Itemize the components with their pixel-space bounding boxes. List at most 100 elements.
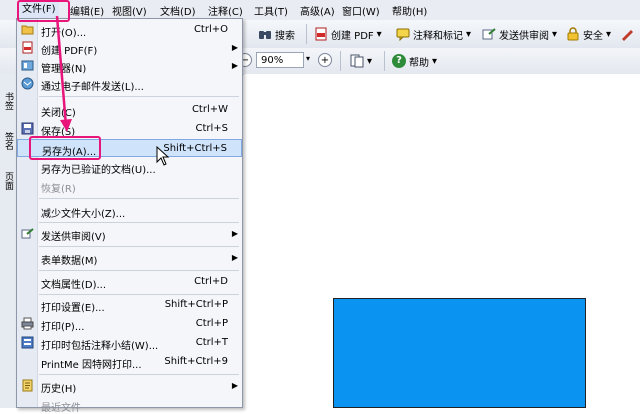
file-menu-highlight-box — [17, 0, 70, 22]
menu-separator — [39, 96, 239, 97]
submenu-arrow-icon: ▶ — [231, 229, 238, 238]
chevron-down-icon: ▾ — [367, 55, 373, 67]
menu-item-label: 创建 PDF(F) — [41, 46, 98, 57]
chevron-down-icon: ▾ — [552, 28, 558, 40]
help-label: 帮助 — [409, 57, 429, 69]
menu-item-shortcut: Shift+Ctrl+S — [163, 143, 227, 154]
menu-item-label: 历史(H) — [41, 384, 77, 395]
chevron-down-icon: ▾ — [466, 28, 472, 40]
menu-item-recent-files: 最近文件 — [17, 396, 242, 414]
send-review-icon — [482, 27, 496, 41]
create-pdf-button[interactable]: 创建 PDF ▾ — [314, 25, 382, 43]
menu-item-print[interactable]: 打印(P)... Ctrl+P — [17, 315, 242, 333]
submenu-arrow-icon: ▶ — [231, 253, 238, 262]
menu-item-create-pdf[interactable]: 创建 PDF(F) ▶ — [17, 39, 242, 57]
send-review-label: 发送供审阅 — [499, 30, 549, 42]
menu-advanced[interactable]: 高级(A) — [300, 3, 335, 18]
create-pdf-icon — [314, 27, 328, 41]
comment-icon — [396, 27, 410, 42]
menu-item-label: 另存为已验证的文档(U)... — [41, 165, 156, 176]
printer-icon — [21, 317, 34, 330]
pen-icon — [620, 27, 634, 41]
menu-item-form-data[interactable]: 表单数据(M) ▶ — [17, 249, 242, 267]
chevron-down-icon: ▾ — [606, 28, 612, 40]
menu-view[interactable]: 视图(V) — [112, 3, 147, 18]
menu-item-history[interactable]: 历史(H) ▶ — [17, 377, 242, 395]
zoom-field[interactable]: 90% — [256, 52, 304, 68]
mouse-cursor-icon — [156, 146, 170, 166]
binoculars-icon — [258, 27, 272, 41]
organizer-icon — [21, 59, 34, 72]
submenu-arrow-icon: ▶ — [231, 61, 238, 70]
tab-bookmarks[interactable]: 书签 — [1, 92, 15, 110]
email-icon — [21, 77, 34, 90]
send-review-button[interactable]: 发送供审阅 ▾ — [482, 25, 557, 43]
help-button[interactable]: ? 帮助 ▾ — [392, 52, 437, 70]
save-disk-icon — [21, 122, 34, 135]
menu-separator — [39, 374, 239, 375]
menu-item-print-setup[interactable]: 打印设置(E)... Shift+Ctrl+P — [17, 296, 242, 314]
tab-pages[interactable]: 页面 — [1, 172, 15, 190]
history-icon — [21, 379, 34, 392]
menu-item-open[interactable]: 打开(O)... Ctrl+O — [17, 21, 242, 39]
submenu-arrow-icon: ▶ — [231, 381, 238, 390]
menu-item-reduce-size[interactable]: 减少文件大小(Z)... — [17, 202, 242, 220]
menu-item-print-with-summary[interactable]: 打印时包括注释小结(W)... Ctrl+T — [17, 334, 242, 352]
send-review-icon — [21, 227, 34, 240]
menu-item-label: 通过电子邮件发送(L)... — [41, 82, 144, 93]
tab-signatures[interactable]: 签名 — [1, 132, 15, 150]
menu-tools[interactable]: 工具(T) — [254, 3, 288, 18]
zoom-in-button[interactable]: + — [318, 53, 332, 67]
menu-item-shortcut: Ctrl+S — [195, 123, 228, 134]
page-layout-icon — [350, 54, 364, 68]
sign-button[interactable] — [620, 25, 634, 43]
toolbar-divider — [306, 24, 307, 44]
menu-item-label: 打印时包括注释小结(W)... — [41, 341, 159, 352]
menu-window[interactable]: 窗口(W) — [342, 3, 380, 18]
help-icon: ? — [392, 54, 406, 68]
comment-markup-label: 注释和标记 — [413, 30, 463, 42]
menu-item-shortcut: Shift+Ctrl+P — [164, 299, 228, 310]
menu-edit[interactable]: 编辑(E) — [70, 3, 104, 18]
menu-item-label: 表单数据(M) — [41, 256, 98, 267]
navigation-panel: 书签 签名 页面 — [0, 74, 17, 408]
menu-separator — [39, 198, 239, 199]
menu-comments[interactable]: 注释(C) — [208, 3, 243, 18]
comment-markup-button[interactable]: 注释和标记 ▾ — [396, 25, 471, 43]
menu-item-send-review[interactable]: 发送供审阅(V) ▶ — [17, 225, 242, 243]
toolbar-divider — [340, 51, 341, 71]
chevron-down-icon: ▾ — [376, 28, 382, 40]
menu-separator — [39, 222, 239, 223]
document-blue-shape — [333, 298, 586, 408]
security-button[interactable]: 安全 ▾ — [566, 25, 611, 43]
menu-item-label: 打印设置(E)... — [41, 303, 105, 314]
menu-item-organizer[interactable]: 管理器(N) ▶ — [17, 57, 242, 75]
print-summary-icon — [21, 336, 34, 349]
menu-help[interactable]: 帮助(H) — [392, 3, 427, 18]
zoom-dropdown-icon[interactable]: ▾ — [306, 54, 310, 63]
menu-document[interactable]: 文档(D) — [160, 3, 196, 18]
menu-separator — [39, 246, 239, 247]
toolbar-divider — [384, 51, 385, 71]
search-button[interactable]: 搜索 — [258, 25, 295, 43]
chevron-down-icon: ▾ — [432, 55, 438, 67]
menu-item-label: PrintMe 因特网打印... — [41, 360, 142, 371]
menu-item-shortcut: Ctrl+P — [195, 318, 228, 329]
menu-item-label: 最近文件 — [41, 403, 81, 414]
menu-item-document-properties[interactable]: 文档属性(D)... Ctrl+D — [17, 273, 242, 291]
menu-item-shortcut: Ctrl+W — [191, 104, 228, 115]
menu-item-label: 管理器(N) — [41, 64, 87, 75]
menu-item-save-certified[interactable]: 另存为已验证的文档(U)... — [17, 158, 242, 176]
page-layout-button[interactable]: ▾ — [350, 52, 372, 70]
security-label: 安全 — [583, 30, 603, 42]
menu-item-email[interactable]: 通过电子邮件发送(L)... — [17, 75, 242, 93]
file-menu-dropdown: 打开(O)... Ctrl+O 创建 PDF(F) ▶ 管理器(N) ▶ 通过电… — [16, 18, 243, 414]
create-pdf-label: 创建 PDF — [331, 30, 374, 42]
menu-item-label: 减少文件大小(Z)... — [41, 209, 126, 220]
menu-item-label: 打印(P)... — [41, 322, 85, 333]
menu-item-printme[interactable]: PrintMe 因特网打印... Shift+Ctrl+9 — [17, 353, 242, 371]
menu-item-revert: 恢复(R) — [17, 177, 242, 195]
menu-item-close[interactable]: 关闭(C) Ctrl+W — [17, 101, 242, 119]
menu-separator — [39, 270, 239, 271]
menu-item-label: 恢复(R) — [41, 184, 76, 195]
